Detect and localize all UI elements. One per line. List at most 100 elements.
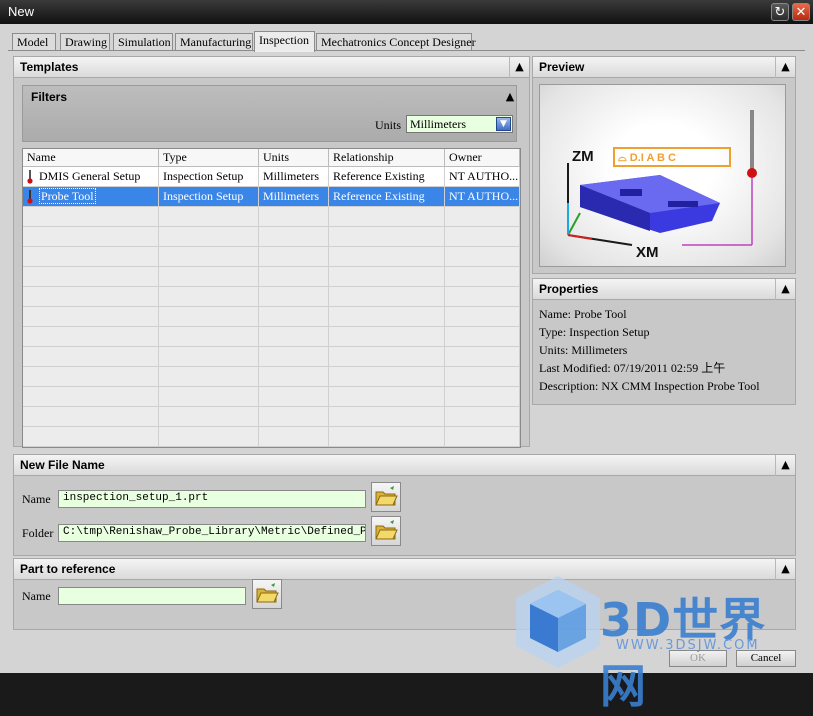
empty-cell	[259, 327, 329, 347]
property-last-modified: Last Modified: 07/19/2011 02:59 上午	[539, 361, 726, 375]
title-bar: New ↻ ✕	[0, 0, 813, 24]
empty-cell	[159, 207, 259, 227]
properties-list: Name: Probe Tool Type: Inspection Setup …	[539, 305, 760, 395]
collapse-new-file-icon[interactable]: ▲	[775, 455, 795, 476]
empty-cell	[445, 367, 520, 387]
row-name: Probe Tool	[39, 188, 96, 204]
preview-header[interactable]: Preview ▲	[533, 57, 795, 78]
empty-cell	[23, 367, 159, 387]
templates-panel: Templates ▲ Filters ▲ Units Millimeters …	[13, 56, 530, 448]
collapse-preview-icon[interactable]: ▲	[775, 57, 795, 78]
tab-manufacturing[interactable]: Manufacturing	[175, 33, 253, 51]
close-icon[interactable]: ✕	[792, 3, 810, 21]
empty-cell	[329, 267, 445, 287]
part-preview-graphic: ⌓ D.I A B C ZM XM	[567, 110, 757, 261]
units-value: Millimeters	[410, 117, 466, 131]
property-name: Name: Probe Tool	[539, 307, 627, 321]
property-units: Units: Millimeters	[539, 343, 628, 357]
tab-simulation[interactable]: Simulation	[113, 33, 173, 51]
row-name: DMIS General Setup	[39, 169, 141, 183]
empty-cell	[259, 387, 329, 407]
empty-cell	[23, 347, 159, 367]
preview-image: ⌓ D.I A B C ZM XM	[539, 84, 786, 267]
empty-table-row	[23, 407, 520, 427]
empty-cell	[159, 227, 259, 247]
folder-open-icon	[256, 583, 279, 603]
tab-model[interactable]: Model	[12, 33, 56, 51]
empty-table-row	[23, 247, 520, 267]
part-reference-title: Part to reference	[20, 562, 116, 576]
new-file-header[interactable]: New File Name ▲	[14, 455, 795, 476]
empty-table-row	[23, 367, 520, 387]
properties-panel: Properties ▲ Name: Probe Tool Type: Insp…	[532, 278, 796, 405]
empty-table-row	[23, 267, 520, 287]
empty-cell	[329, 387, 445, 407]
empty-cell	[23, 227, 159, 247]
table-header: Name Type Units Relationship Owner	[23, 149, 520, 167]
axis-label-xm: XM	[636, 244, 659, 261]
empty-cell	[23, 327, 159, 347]
column-header-units[interactable]: Units	[259, 149, 329, 167]
new-file-title: New File Name	[20, 458, 105, 472]
tab-inspection[interactable]: Inspection	[254, 31, 315, 52]
browse-name-button[interactable]	[371, 482, 401, 512]
empty-cell	[445, 207, 520, 227]
part-name-input[interactable]	[58, 587, 246, 605]
reset-icon[interactable]: ↻	[771, 3, 789, 21]
empty-table-row	[23, 427, 520, 447]
row-type: Inspection Setup	[159, 187, 259, 207]
empty-cell	[159, 287, 259, 307]
column-header-relationship[interactable]: Relationship	[329, 149, 445, 167]
empty-cell	[329, 427, 445, 447]
table-row[interactable]: DMIS General Setup Inspection Setup Mill…	[23, 167, 520, 187]
browse-folder-button[interactable]	[371, 516, 401, 546]
empty-table-row	[23, 327, 520, 347]
watermark-url: WWW.3DSJW.COM	[616, 638, 760, 653]
collapse-properties-icon[interactable]: ▲	[775, 279, 795, 300]
units-select[interactable]: Millimeters ▼	[406, 115, 513, 133]
empty-cell	[445, 307, 520, 327]
units-label: Units	[375, 118, 402, 132]
filters-title: Filters	[31, 90, 68, 104]
browse-part-button[interactable]	[252, 579, 282, 609]
row-units: Millimeters	[259, 187, 329, 207]
empty-cell	[23, 387, 159, 407]
collapse-templates-icon[interactable]: ▲	[509, 57, 529, 78]
row-owner: NT AUTHO...	[445, 167, 520, 187]
fcf-symbol: ⌓ D.I A B C	[618, 152, 676, 164]
empty-cell	[445, 347, 520, 367]
properties-header[interactable]: Properties ▲	[533, 279, 795, 300]
empty-cell	[23, 407, 159, 427]
tab-drawing[interactable]: Drawing	[60, 33, 110, 51]
column-header-name[interactable]: Name	[23, 149, 159, 167]
property-description: Description: NX CMM Inspection Probe Too…	[539, 379, 760, 393]
tab-divider	[8, 50, 805, 51]
file-name-input[interactable]: inspection_setup_1.prt	[58, 490, 366, 508]
folder-label: Folder	[22, 526, 54, 540]
part-name-label: Name	[22, 589, 51, 603]
empty-cell	[159, 387, 259, 407]
empty-cell	[329, 247, 445, 267]
window-title: New	[8, 4, 35, 19]
empty-table-row	[23, 387, 520, 407]
empty-cell	[329, 207, 445, 227]
templates-header[interactable]: Templates ▲	[14, 57, 529, 78]
empty-cell	[23, 307, 159, 327]
empty-cell	[159, 267, 259, 287]
folder-input[interactable]: C:\tmp\Renishaw_Probe_Library\Metric\Def…	[58, 524, 366, 542]
new-file-panel: New File Name ▲ Name inspection_setup_1.…	[13, 454, 796, 556]
empty-cell	[445, 387, 520, 407]
empty-cell	[445, 327, 520, 347]
column-header-type[interactable]: Type	[159, 149, 259, 167]
preview-title: Preview	[539, 60, 585, 74]
dropdown-arrow-icon[interactable]: ▼	[496, 117, 511, 131]
empty-cell	[259, 227, 329, 247]
templates-table: Name Type Units Relationship Owner DMIS …	[22, 148, 521, 448]
tab-mechatronics[interactable]: Mechatronics Concept Designer	[316, 33, 476, 51]
empty-cell	[159, 247, 259, 267]
collapse-filters-icon[interactable]: ▲	[503, 90, 517, 104]
column-header-owner[interactable]: Owner	[445, 149, 520, 167]
table-row-selected[interactable]: Probe Tool Inspection Setup Millimeters …	[23, 187, 520, 207]
empty-table-row	[23, 227, 520, 247]
empty-table-row	[23, 287, 520, 307]
